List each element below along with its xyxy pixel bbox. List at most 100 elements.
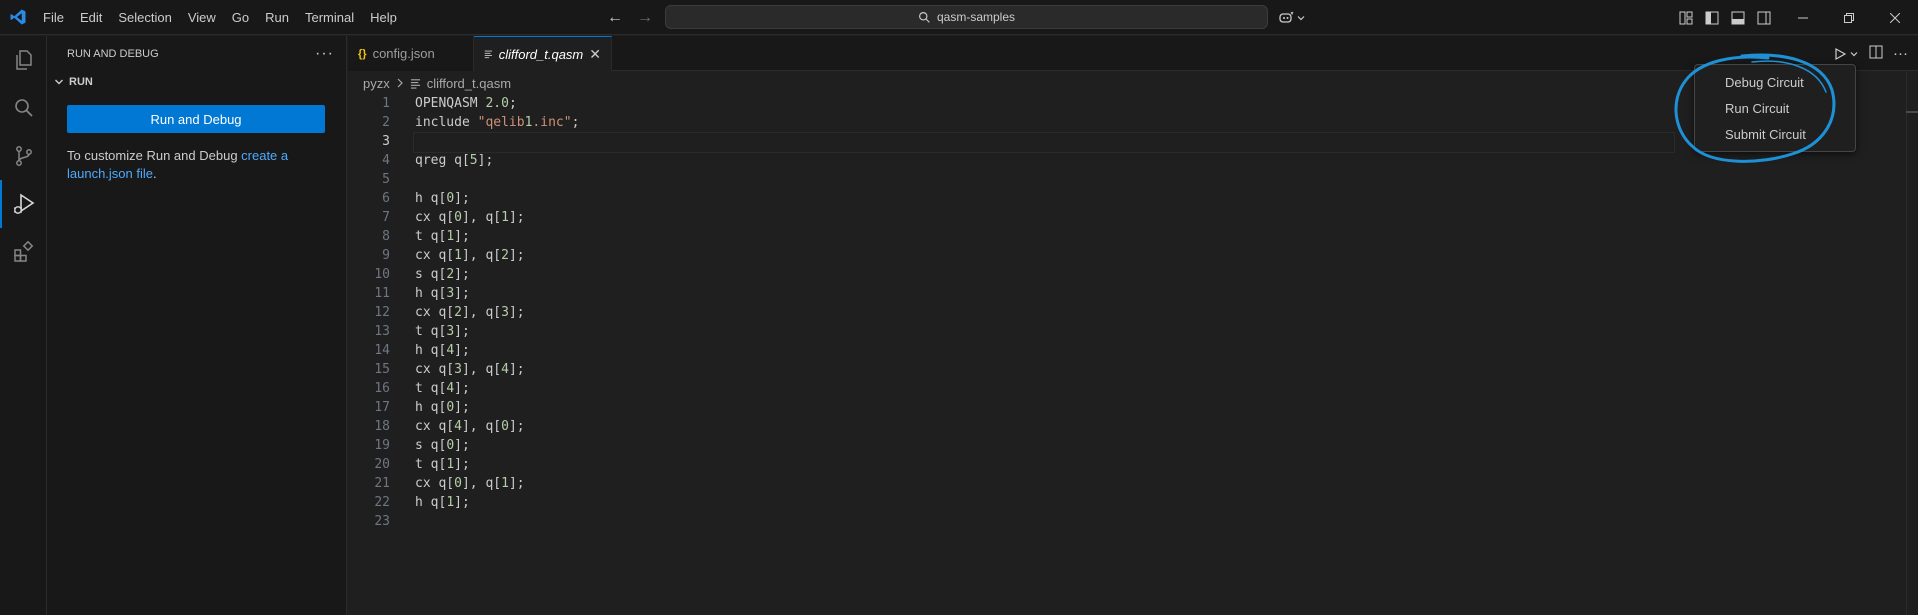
line-number: 8 [382,229,390,244]
editor-tabs: {} config.json clifford_t.qasm ✕ ··· [348,36,1918,71]
customize-message: To customize Run and Debug create a laun… [67,147,327,183]
line-number: 1 [382,96,390,111]
customize-layout-icon[interactable] [1678,10,1694,26]
tab-label: config.json [372,46,435,61]
navigation-arrows: ← → [607,0,653,35]
tab-clifford-t-qasm[interactable]: clifford_t.qasm ✕ [474,36,612,71]
run-section-header[interactable]: RUN [47,71,346,93]
line-number: 15 [374,362,390,377]
vscode-logo-icon [0,0,35,35]
code-text: h q[0]; [415,400,470,415]
search-icon[interactable] [0,84,47,132]
forward-arrow-icon[interactable]: → [637,9,653,27]
toggle-primary-sidebar-icon[interactable] [1704,10,1720,26]
run-section-label: RUN [69,76,93,88]
line-number: 9 [382,248,390,263]
code-line[interactable]: 2 include "qelib1.inc"; [348,113,1908,132]
close-tab-icon[interactable]: ✕ [589,46,601,63]
line-number: 18 [374,419,390,434]
code-line[interactable]: 11 h q[3]; [348,284,1908,303]
code-line[interactable]: 19 s q[0]; [348,436,1908,455]
menu-file[interactable]: File [35,0,72,35]
code-line[interactable]: 1 OPENQASM 2.0; [348,94,1908,113]
run-and-debug-button[interactable]: Run and Debug [67,105,325,133]
menu-selection[interactable]: Selection [110,0,179,35]
code-line[interactable]: 12 cx q[2], q[3]; [348,303,1908,322]
code-line[interactable]: 14 h q[4]; [348,341,1908,360]
line-number: 5 [382,172,390,187]
code-line[interactable]: 10 s q[2]; [348,265,1908,284]
code-text: include "qelib1.inc"; [415,115,580,130]
minimize-icon[interactable] [1780,0,1826,35]
run-play-icon[interactable] [1833,47,1859,61]
chevron-down-icon [1297,15,1305,20]
code-line[interactable]: 18 cx q[4], q[0]; [348,417,1908,436]
sidebar-title: RUN AND DEBUG [67,47,159,60]
menu-item-run-circuit[interactable]: Run Circuit [1695,96,1855,122]
command-center-search[interactable]: qasm-samples [665,5,1268,29]
line-number: 17 [374,400,390,415]
close-window-icon[interactable] [1872,0,1918,35]
restore-icon[interactable] [1826,0,1872,35]
toggle-panel-icon[interactable] [1730,10,1746,26]
menu-help[interactable]: Help [362,0,405,35]
breadcrumb-folder[interactable]: pyzx [363,76,390,91]
code-text: t q[1]; [415,457,470,472]
code-line[interactable]: 8 t q[1]; [348,227,1908,246]
menu-item-debug-circuit[interactable]: Debug Circuit [1695,70,1855,96]
copilot-icon [1279,11,1294,23]
code-line[interactable]: 20 t q[1]; [348,455,1908,474]
split-editor-icon[interactable] [1869,45,1883,62]
menu-view[interactable]: View [180,0,224,35]
activity-bar [0,36,47,615]
explorer-icon[interactable] [0,36,47,84]
code-line[interactable]: 21 cx q[0], q[1]; [348,474,1908,493]
menu-run[interactable]: Run [257,0,297,35]
menu-edit[interactable]: Edit [72,0,110,35]
line-number: 21 [374,476,390,491]
title-bar: File Edit Selection View Go Run Terminal… [0,0,1918,35]
run-dropdown-menu: Debug Circuit Run Circuit Submit Circuit [1694,64,1856,152]
code-line[interactable]: 23 [348,512,1908,531]
toggle-secondary-sidebar-icon[interactable] [1756,10,1772,26]
code-line[interactable]: 9 cx q[1], q[2]; [348,246,1908,265]
code-text: t q[3]; [415,324,470,339]
menu-go[interactable]: Go [224,0,257,35]
extensions-icon[interactable] [0,228,47,276]
menu-item-submit-circuit[interactable]: Submit Circuit [1695,122,1855,148]
code-text: OPENQASM 2.0; [415,96,517,111]
sidebar-header: RUN AND DEBUG ··· [47,36,346,71]
code-line[interactable]: 6 h q[0]; [348,189,1908,208]
breadcrumb-file[interactable]: clifford_t.qasm [427,76,511,91]
file-lines-icon [484,50,492,59]
line-number: 20 [374,457,390,472]
more-actions-icon[interactable]: ··· [315,45,334,63]
code-line[interactable]: 22 h q[1]; [348,493,1908,512]
line-number: 22 [374,495,390,510]
code-line[interactable]: 5 [348,170,1908,189]
code-text: cx q[1], q[2]; [415,248,525,263]
more-actions-icon[interactable]: ··· [1893,45,1908,62]
run-debug-icon[interactable] [0,180,47,228]
menu-terminal[interactable]: Terminal [297,0,362,35]
code-line[interactable]: 4 qreg q[5]; [348,151,1908,170]
code-line[interactable]: 16 t q[4]; [348,379,1908,398]
line-number: 2 [382,115,390,130]
line-number: 16 [374,381,390,396]
code-line[interactable]: 3 [348,132,1908,153]
code-editor[interactable]: 1 OPENQASM 2.0; 2 include "qelib1.inc"; 3 4 qr… [348,94,1908,531]
tab-config-json[interactable]: {} config.json [348,36,474,71]
code-text: qreg q[5]; [415,153,494,168]
source-control-icon[interactable] [0,132,47,180]
code-text: s q[2]; [415,267,470,282]
line-number: 10 [374,267,390,282]
copilot-button[interactable] [1278,0,1306,35]
code-text: h q[3]; [415,286,470,301]
code-line[interactable]: 15 cx q[3], q[4]; [348,360,1908,379]
line-number: 6 [382,191,390,206]
code-line[interactable]: 13 t q[3]; [348,322,1908,341]
code-line[interactable]: 7 cx q[0], q[1]; [348,208,1908,227]
editor-scrollbar-track[interactable] [1906,72,1907,615]
back-arrow-icon[interactable]: ← [607,9,623,27]
code-line[interactable]: 17 h q[0]; [348,398,1908,417]
